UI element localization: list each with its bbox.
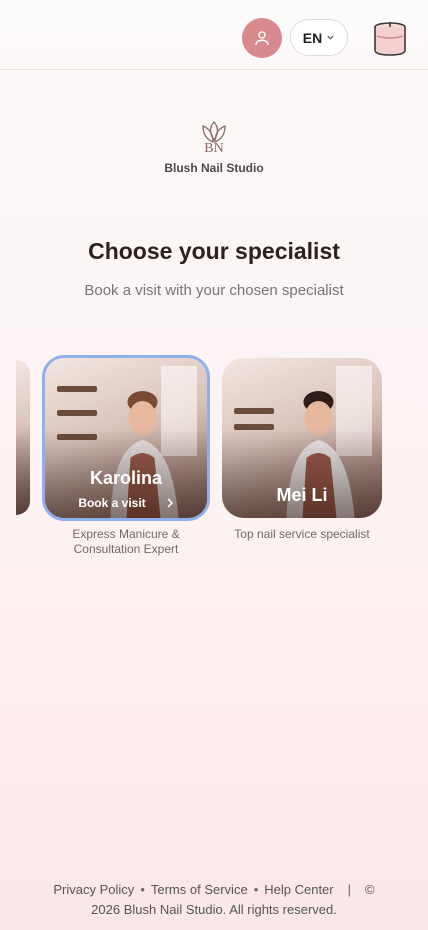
footer-divider: | (347, 882, 352, 897)
cart-button[interactable] (370, 20, 410, 58)
language-selector[interactable]: EN (290, 19, 348, 56)
chevron-right-icon (167, 498, 173, 508)
footer-separator: • (253, 882, 259, 897)
logo-monogram: BN (204, 141, 223, 154)
language-label: EN (302, 29, 323, 46)
shelf (234, 408, 274, 414)
page-title: Choose your specialist (88, 238, 340, 264)
terms-of-service-link[interactable]: Terms of Service (151, 882, 248, 897)
specialist-carousel[interactable]: Karolina Book a visit Mei Li Express Man… (0, 355, 428, 565)
candle-cart-icon (374, 22, 406, 56)
shelf (57, 386, 97, 392)
top-bar: EN (0, 0, 428, 70)
specialist-description: Express Manicure & Consultation Expert (72, 527, 180, 556)
brand-logo[interactable]: BN Blush Nail Studio (0, 118, 428, 175)
card-shade (16, 425, 30, 515)
user-icon (255, 31, 269, 45)
footer-separator: • (140, 882, 145, 897)
privacy-policy-link[interactable]: Privacy Policy (53, 882, 134, 897)
book-visit-button[interactable]: Book a visit (45, 496, 207, 510)
footer-links-line: Privacy Policy • Terms of Service • Help Cen… (0, 880, 428, 900)
chevron-down-icon (327, 35, 334, 40)
copyright-text: 2026 Blush Nail Studio. All rights reser… (91, 902, 337, 917)
copyright-symbol: © (365, 882, 375, 897)
specialist-name: Karolina (89, 468, 163, 488)
shelf (57, 410, 97, 416)
footer: Privacy Policy • Terms of Service • Help Cen… (0, 880, 428, 920)
account-button[interactable] (242, 18, 282, 58)
specialist-card-previous[interactable] (16, 360, 30, 515)
specialist-name: Mei Li (276, 485, 328, 505)
specialist-description: Top nail service specialist (234, 527, 370, 541)
specialist-card-mei-li[interactable]: Mei Li (222, 358, 382, 518)
help-center-link[interactable]: Help Center (264, 882, 333, 897)
lotus-logo-icon: BN (202, 121, 226, 156)
book-visit-label: Book a visit (78, 496, 146, 510)
specialist-card-karolina[interactable]: Karolina Book a visit (42, 355, 210, 521)
page-subtitle: Book a visit with your chosen specialist (84, 282, 344, 299)
brand-name: Blush Nail Studio (164, 161, 264, 175)
